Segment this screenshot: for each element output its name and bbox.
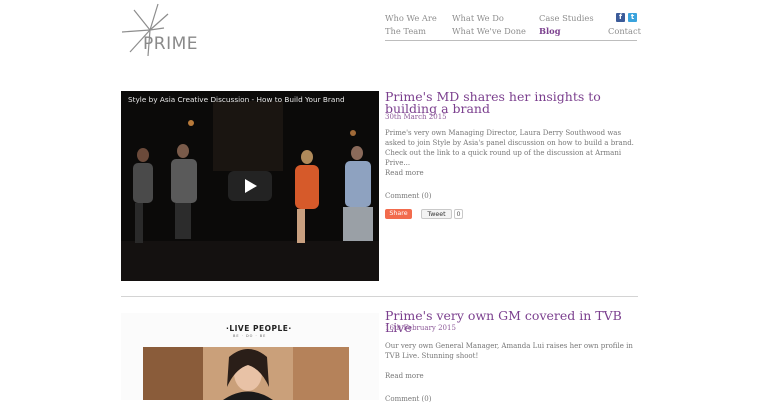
main-nav: Who We Are What We Do Case Studies The T… xyxy=(385,12,641,41)
play-button-icon[interactable] xyxy=(228,171,272,201)
tweet-button[interactable]: Tweet xyxy=(421,209,452,219)
post-date: 30th March 2015 xyxy=(385,113,447,121)
facebook-icon[interactable]: f xyxy=(616,13,625,22)
nav-the-team[interactable]: The Team xyxy=(385,26,426,36)
post-excerpt: Our very own General Manager, Amanda Lui… xyxy=(385,342,633,360)
logo-text: PRIME xyxy=(143,34,198,54)
nav-what-weve-done[interactable]: What We've Done xyxy=(452,26,526,36)
nav-who-we-are[interactable]: Who We Are xyxy=(385,13,437,23)
post-image[interactable]: ·LIVE PEOPLE· BE · DO · BE xyxy=(121,313,379,400)
read-more-link[interactable]: Read more xyxy=(385,372,424,380)
post-date: 16th February 2015 xyxy=(385,324,456,332)
share-button[interactable]: Share xyxy=(385,209,412,219)
tweet-count: 0 xyxy=(454,209,463,219)
nav-what-we-do[interactable]: What We Do xyxy=(452,13,504,23)
video-player[interactable]: Style by Asia Creative Discussion - How … xyxy=(121,91,379,281)
live-people-sub: BE · DO · BE xyxy=(233,334,267,338)
nav-case-studies[interactable]: Case Studies xyxy=(539,13,594,23)
photo-person xyxy=(143,347,349,400)
nav-blog[interactable]: Blog xyxy=(539,26,561,36)
post-title[interactable]: Prime's MD shares her insights to buildi… xyxy=(385,90,635,115)
post-divider xyxy=(121,296,638,297)
twitter-icon[interactable]: t xyxy=(628,13,637,22)
read-more-link[interactable]: Read more xyxy=(385,169,424,177)
video-title: Style by Asia Creative Discussion - How … xyxy=(128,95,345,104)
live-people-logo: ·LIVE PEOPLE· xyxy=(226,324,292,333)
post-excerpt: Prime's very own Managing Director, Laur… xyxy=(385,129,634,167)
comment-link[interactable]: Comment (0) xyxy=(385,395,431,403)
comment-link[interactable]: Comment (0) xyxy=(385,192,431,200)
nav-contact[interactable]: Contact xyxy=(608,26,641,36)
